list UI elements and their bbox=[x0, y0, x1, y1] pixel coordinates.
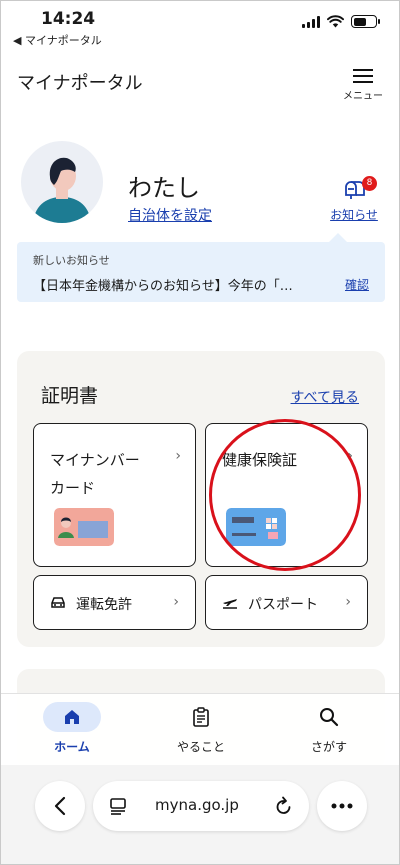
set-municipality-link[interactable]: 自治体を設定 bbox=[128, 205, 212, 225]
my-number-card-tile[interactable]: マイナンバー カード › bbox=[33, 423, 196, 567]
search-icon bbox=[320, 708, 339, 727]
certificates-title: 証明書 bbox=[41, 385, 99, 407]
chevron-right-icon: › bbox=[173, 594, 179, 610]
my-number-card-icon bbox=[54, 508, 114, 546]
menu-button[interactable]: メニュー bbox=[341, 65, 385, 102]
banner-text: 【日本年金機構からのお知らせ】今年の「… bbox=[33, 279, 293, 294]
url-text: myna.go.jp bbox=[155, 796, 239, 814]
user-name: わたし bbox=[128, 174, 200, 202]
avatar bbox=[21, 141, 103, 223]
drivers-license-tile[interactable]: 運転免許 › bbox=[33, 575, 196, 630]
address-bar[interactable]: myna.go.jp bbox=[93, 781, 309, 831]
tab-search-label: さがす bbox=[310, 740, 347, 754]
phone-screen: 14:24 ◀ マイナポータル マイナポータル メニュー わたし 自治体を設定 bbox=[0, 0, 400, 865]
airplane-icon bbox=[223, 599, 237, 609]
chevron-left-icon bbox=[54, 796, 66, 816]
banner-confirm-link[interactable]: 確認 bbox=[345, 276, 369, 293]
browser-back-button[interactable] bbox=[35, 781, 85, 831]
drivers-license-label: 運転免許 bbox=[76, 597, 132, 613]
notifications-label: お知らせ bbox=[330, 208, 378, 222]
home-icon bbox=[65, 710, 79, 724]
more-dots-icon bbox=[331, 803, 353, 809]
todo-tab-icon-wrap bbox=[172, 702, 230, 732]
signal-icon bbox=[302, 15, 320, 28]
car-icon bbox=[51, 597, 65, 608]
menu-label: メニュー bbox=[343, 91, 383, 102]
my-number-card-label-line1: マイナンバー bbox=[50, 451, 140, 469]
banner-heading: 新しいお知らせ bbox=[33, 254, 110, 267]
battery-icon bbox=[351, 15, 380, 28]
back-to-app-link[interactable]: ◀ マイナポータル bbox=[13, 32, 102, 48]
home-tab-highlight bbox=[43, 702, 101, 732]
bottom-tab-bar: ホーム やること さがす bbox=[1, 693, 399, 765]
chevron-right-icon: › bbox=[345, 594, 351, 610]
tab-home-label: ホーム bbox=[54, 740, 90, 754]
tab-todo[interactable]: やること bbox=[151, 702, 251, 755]
chevron-right-icon: › bbox=[175, 448, 181, 464]
my-number-card-label: マイナンバー カード bbox=[50, 446, 140, 502]
person-illustration-icon bbox=[33, 157, 91, 223]
annotation-circle bbox=[209, 419, 361, 571]
tab-search[interactable]: さがす bbox=[279, 702, 379, 755]
status-time: 14:24 bbox=[41, 9, 96, 29]
notification-count-badge: 8 bbox=[362, 176, 377, 191]
new-notice-banner[interactable]: 新しいお知らせ 【日本年金機構からのお知らせ】今年の「… 確認 bbox=[17, 233, 385, 302]
passport-tile[interactable]: パスポート › bbox=[205, 575, 368, 630]
passport-label: パスポート bbox=[248, 597, 318, 613]
status-icons bbox=[302, 15, 380, 28]
clipboard-icon bbox=[193, 707, 209, 727]
browser-toolbar: myna.go.jp bbox=[1, 765, 399, 864]
page-menu-icon bbox=[110, 798, 126, 815]
hamburger-icon bbox=[353, 69, 373, 83]
tab-todo-label: やること bbox=[176, 740, 225, 754]
search-tab-icon-wrap bbox=[300, 702, 358, 732]
wifi-icon bbox=[327, 15, 344, 28]
my-number-card-label-line2: カード bbox=[50, 479, 96, 497]
notifications-button[interactable]: 8 お知らせ bbox=[325, 176, 383, 223]
more-options-button[interactable] bbox=[317, 781, 367, 831]
reload-icon[interactable] bbox=[275, 796, 293, 816]
see-all-link[interactable]: すべて見る bbox=[291, 387, 359, 407]
app-title: マイナポータル bbox=[17, 73, 143, 94]
tab-home[interactable]: ホーム bbox=[22, 702, 122, 755]
